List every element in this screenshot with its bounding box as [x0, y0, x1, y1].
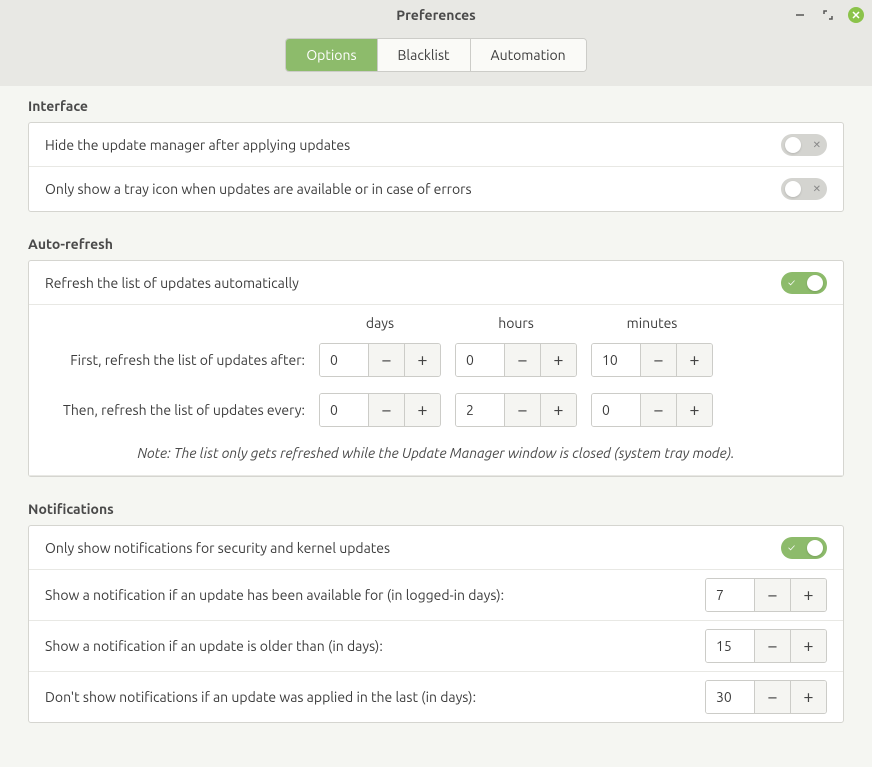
section-interface: Interface Hide the update manager after … [28, 98, 844, 212]
toggle-refresh-auto[interactable]: ✓ [781, 272, 827, 294]
minus-button[interactable]: − [368, 394, 404, 426]
plus-button[interactable]: + [790, 681, 826, 713]
plus-button[interactable]: + [540, 344, 576, 376]
minimize-button[interactable] [792, 7, 808, 23]
toggle-knob [807, 540, 823, 556]
value-first-hours[interactable]: 0 [456, 344, 504, 376]
toggle-hide-after-applying[interactable]: ✕ [781, 134, 827, 156]
panel-notifications: Only show notifications for security and… [28, 525, 844, 723]
section-title-auto-refresh: Auto-refresh [28, 236, 844, 252]
minus-button[interactable]: − [754, 681, 790, 713]
row-available-days: Show a notification if an update has bee… [29, 570, 843, 621]
row-then-refresh: Then, refresh the list of updates every:… [29, 385, 843, 435]
value-applied-days[interactable]: 30 [706, 681, 754, 713]
tab-options[interactable]: Options [286, 39, 377, 71]
label-applied-days: Don't show notifications if an update wa… [45, 689, 705, 705]
spinner-header: days hours minutes [29, 305, 843, 335]
minus-button[interactable]: − [504, 344, 540, 376]
value-then-hours[interactable]: 2 [456, 394, 504, 426]
col-days: days [319, 315, 441, 331]
window-title: Preferences [396, 7, 476, 23]
auto-refresh-note: Note: The list only gets refreshed while… [29, 435, 843, 475]
label-available-days: Show a notification if an update has bee… [45, 587, 705, 603]
toggle-knob [807, 275, 823, 291]
spinner-applied-days: 30 − + [705, 680, 827, 714]
toggle-only-tray[interactable]: ✕ [781, 178, 827, 200]
section-notifications: Notifications Only show notifications fo… [28, 501, 844, 723]
col-minutes: minutes [591, 315, 713, 331]
content: Interface Hide the update manager after … [0, 86, 872, 767]
x-icon: ✕ [813, 139, 821, 151]
plus-button[interactable]: + [676, 394, 712, 426]
value-older-days[interactable]: 15 [706, 630, 754, 662]
toggle-knob [785, 137, 801, 153]
col-hours: hours [455, 315, 577, 331]
value-first-days[interactable]: 0 [320, 344, 368, 376]
row-applied-days: Don't show notifications if an update wa… [29, 672, 843, 722]
row-older-days: Show a notification if an update is olde… [29, 621, 843, 672]
titlebar-controls [792, 7, 864, 23]
minus-button[interactable]: − [504, 394, 540, 426]
minus-button[interactable]: − [368, 344, 404, 376]
plus-button[interactable]: + [790, 579, 826, 611]
minus-button[interactable]: − [640, 344, 676, 376]
spinner-then-days: 0 − + [319, 393, 441, 427]
label-refresh-auto: Refresh the list of updates automaticall… [45, 275, 781, 291]
close-button[interactable] [848, 7, 864, 23]
check-icon: ✓ [788, 542, 795, 553]
refresh-grid: days hours minutes First, refresh the li… [29, 305, 843, 476]
maximize-button[interactable] [820, 7, 836, 23]
row-hide-after-applying: Hide the update manager after applying u… [29, 123, 843, 167]
spinner-available-days: 7 − + [705, 578, 827, 612]
row-first-refresh: First, refresh the list of updates after… [29, 335, 843, 385]
spinner-then-hours: 2 − + [455, 393, 577, 427]
spinner-then-minutes: 0 − + [591, 393, 713, 427]
x-icon: ✕ [813, 183, 821, 195]
toggle-knob [785, 181, 801, 197]
value-then-days[interactable]: 0 [320, 394, 368, 426]
minus-button[interactable]: − [754, 630, 790, 662]
tab-bar: Options Blacklist Automation [0, 30, 872, 86]
tab-automation[interactable]: Automation [471, 39, 586, 71]
minus-button[interactable]: − [754, 579, 790, 611]
spinner-older-days: 15 − + [705, 629, 827, 663]
plus-button[interactable]: + [404, 394, 440, 426]
label-first-refresh: First, refresh the list of updates after… [45, 352, 319, 368]
toggle-only-security[interactable]: ✓ [781, 537, 827, 559]
panel-interface: Hide the update manager after applying u… [28, 122, 844, 212]
spinner-first-hours: 0 − + [455, 343, 577, 377]
plus-button[interactable]: + [676, 344, 712, 376]
label-only-tray: Only show a tray icon when updates are a… [45, 181, 781, 197]
row-refresh-auto: Refresh the list of updates automaticall… [29, 261, 843, 305]
panel-auto-refresh: Refresh the list of updates automaticall… [28, 260, 844, 477]
plus-button[interactable]: + [790, 630, 826, 662]
label-older-days: Show a notification if an update is olde… [45, 638, 705, 654]
titlebar: Preferences [0, 0, 872, 30]
row-only-security: Only show notifications for security and… [29, 526, 843, 570]
minus-button[interactable]: − [640, 394, 676, 426]
value-first-minutes[interactable]: 10 [592, 344, 640, 376]
tab-group: Options Blacklist Automation [285, 38, 586, 72]
section-title-interface: Interface [28, 98, 844, 114]
section-auto-refresh: Auto-refresh Refresh the list of updates… [28, 236, 844, 477]
plus-button[interactable]: + [540, 394, 576, 426]
label-only-security: Only show notifications for security and… [45, 540, 781, 556]
label-hide-after-applying: Hide the update manager after applying u… [45, 137, 781, 153]
value-then-minutes[interactable]: 0 [592, 394, 640, 426]
plus-button[interactable]: + [404, 344, 440, 376]
check-icon: ✓ [788, 277, 795, 288]
spinner-first-minutes: 10 − + [591, 343, 713, 377]
spinner-first-days: 0 − + [319, 343, 441, 377]
section-title-notifications: Notifications [28, 501, 844, 517]
tab-blacklist[interactable]: Blacklist [378, 39, 471, 71]
label-then-refresh: Then, refresh the list of updates every: [45, 402, 319, 418]
value-available-days[interactable]: 7 [706, 579, 754, 611]
row-only-tray: Only show a tray icon when updates are a… [29, 167, 843, 211]
